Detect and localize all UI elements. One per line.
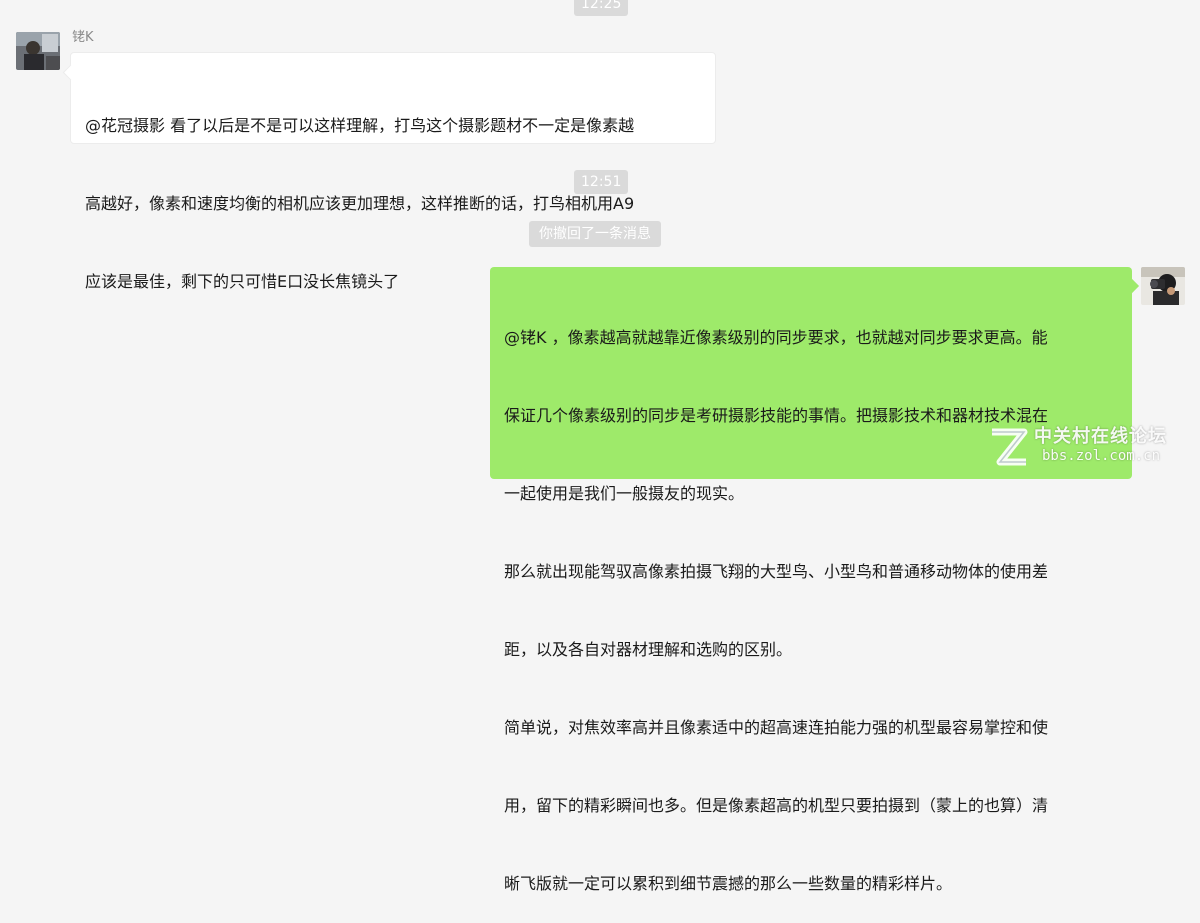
message-line: @铑K ，像素越高就越靠近像素级别的同步要求，也就越对同步要求更高。能: [504, 328, 1048, 347]
message-line: 简单说，对焦效率高并且像素适中的超高速连拍能力强的机型最容易掌控和使: [504, 718, 1049, 737]
message-line: @花冠摄影 看了以后是不是可以这样理解，打鸟这个摄影题材不一定是像素越: [85, 116, 635, 135]
recall-notice: 你撤回了一条消息: [529, 221, 661, 247]
timestamp-text: 12:25: [581, 0, 622, 12]
avatar-right[interactable]: [1141, 267, 1185, 305]
timestamp-pill: 12:25: [574, 0, 629, 16]
message-line: 高越好，像素和速度均衡的相机应该更加理想，这样推断的话，打鸟相机用A9: [85, 194, 635, 213]
recall-notice-text: 你撤回了一条消息: [539, 226, 651, 242]
avatar-left[interactable]: [16, 32, 60, 70]
watermark-title: 中关村在线论坛: [1034, 426, 1167, 447]
person-avatar-icon: [16, 32, 60, 70]
timestamp-pill: 12:51: [574, 170, 629, 194]
watermark-url: bbs.zol.com.cn: [1042, 448, 1161, 464]
sender-name: 铑K: [72, 30, 94, 45]
message-line: 距，以及各自对器材理解和选购的区别。: [504, 640, 793, 659]
zol-logo-icon: [992, 428, 1028, 466]
message-bubble-received[interactable]: @花冠摄影 看了以后是不是可以这样理解，打鸟这个摄影题材不一定是像素越 高越好，…: [70, 52, 716, 291]
message-line: 那么就出现能驾驭高像素拍摄飞翔的大型鸟、小型鸟和普通移动物体的使用差: [504, 562, 1049, 581]
message-line: 用，留下的精彩瞬间也多。但是像素超高的机型只要拍摄到（蒙上的也算）清: [504, 796, 1049, 815]
message-line: 晰飞版就一定可以累积到细节震撼的那么一些数量的精彩样片。: [504, 874, 953, 893]
watermark: 中关村在线论坛 bbs.zol.com.cn: [986, 418, 1178, 474]
message-line: 一起使用是我们一般摄友的现实。: [504, 484, 745, 503]
photographer-avatar-icon: [1141, 267, 1185, 305]
timestamp-text: 12:51: [581, 174, 622, 190]
